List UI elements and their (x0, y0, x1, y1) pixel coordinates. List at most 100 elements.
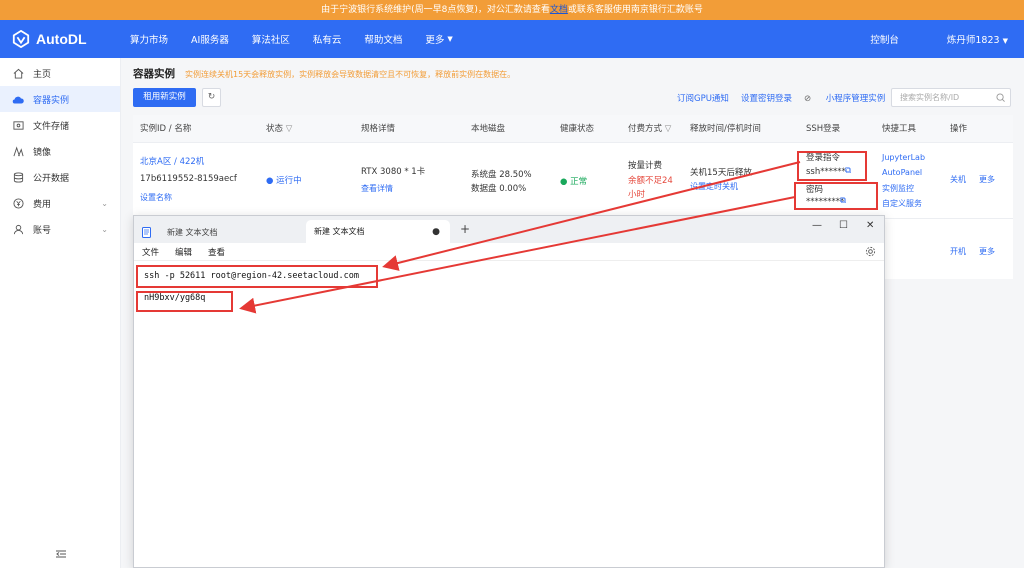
nav-more-label: 更多 (425, 35, 445, 46)
search-placeholder: 搜索实例名称/ID (900, 93, 960, 102)
yen-icon (12, 197, 24, 209)
data-disk: 数据盘 0.00% (471, 184, 527, 194)
instance-search-input[interactable]: 搜索实例名称/ID (891, 88, 1011, 107)
nav-private-cloud[interactable]: 私有云 (313, 32, 342, 46)
maximize-icon[interactable]: ☐ (839, 220, 848, 231)
nav-more[interactable]: 更多 ▼ (425, 32, 452, 46)
folder-icon (12, 119, 24, 131)
set-shutdown-link[interactable]: 设置定时关机 (690, 181, 738, 192)
sidebar-item-home[interactable]: 主页 (0, 60, 120, 86)
system-disk: 系统盘 28.50% (471, 170, 532, 180)
collapse-sidebar-icon[interactable] (56, 550, 66, 558)
database-icon (12, 171, 24, 183)
col-tools: 快捷工具 (882, 124, 917, 134)
col-instance-id: 实例ID / 名称 (140, 124, 192, 134)
col-disk: 本地磁盘 (471, 124, 506, 134)
view-detail-link[interactable]: 查看详情 (361, 183, 393, 194)
start-button[interactable]: 开机 (950, 246, 966, 257)
miniprogram-link[interactable]: ⊘ 小程序管理实例 (804, 92, 897, 104)
notepad-menubar: 文件 编辑 查看 (134, 243, 884, 261)
refresh-icon: ↻ (207, 92, 216, 102)
ssh-key-link[interactable]: 设置密钥登录 (741, 92, 792, 104)
annotation-box-password (794, 182, 878, 210)
notepad-app-icon (142, 226, 151, 238)
rent-new-instance-button[interactable]: 租用新实例 (133, 88, 196, 107)
notepad-tab-active-label: 新建 文本文档 (314, 227, 365, 236)
table-header: 实例ID / 名称 状态 ▽ 规格详情 本地磁盘 健康状态 付费方式 ▽ 释放时… (133, 115, 1013, 143)
sidebar-item-public-data[interactable]: 公开数据 (0, 164, 120, 190)
filter-icon: ▽ (664, 124, 672, 134)
col-release-time: 释放时间/停机时间 (690, 124, 761, 134)
annotation-box-ssh-command (797, 151, 867, 181)
sidebar: 主页 容器实例 文件存储 镜像 公开数据 费用 ⌄ 账号 ⌄ (0, 58, 121, 568)
gpu-notify-link[interactable]: 订阅GPU通知 (677, 92, 729, 104)
sidebar-item-label: 镜像 (33, 147, 52, 158)
sidebar-item-containers[interactable]: 容器实例 (0, 86, 120, 112)
col-billing-label: 付费方式 (628, 124, 663, 134)
sidebar-item-label: 账号 (33, 225, 52, 236)
more-actions-button[interactable]: 更多 (979, 246, 995, 257)
chevron-down-icon: ⌄ (101, 224, 108, 234)
menu-edit[interactable]: 编辑 (175, 246, 192, 258)
tool-custom-service[interactable]: 自定义服务 (882, 198, 922, 209)
instance-region[interactable]: 北京A区 / 422机 (140, 155, 204, 167)
new-tab-icon[interactable]: + (460, 222, 470, 236)
balance-warning: 余额不足24 (628, 176, 673, 186)
col-ssh: SSH登录 (806, 124, 841, 134)
sidebar-item-images[interactable]: 镜像 (0, 138, 120, 164)
sidebar-item-label: 容器实例 (33, 95, 70, 106)
image-icon (12, 145, 24, 157)
miniprogram-link-label: 小程序管理实例 (825, 94, 886, 104)
nav-help-docs[interactable]: 帮助文档 (364, 32, 402, 46)
notice-text-1: 由于宁波银行系统维护(周一早8点恢复)，对公汇款请查看 (321, 5, 550, 15)
user-menu[interactable]: 炼丹师1823 ▼ (923, 32, 1008, 46)
sidebar-item-label: 文件存储 (33, 121, 70, 132)
cloud-icon (12, 93, 24, 105)
col-status-label: 状态 (266, 124, 284, 134)
shutdown-button[interactable]: 关机 (950, 174, 966, 185)
health-badge: ● 正常 (560, 177, 588, 187)
balance-warning-2: 小时 (628, 190, 646, 200)
refresh-button[interactable]: ↻ (202, 88, 221, 107)
notepad-tab-inactive-label: 新建 文本文档 (167, 227, 218, 237)
home-icon (12, 67, 24, 79)
annotation-box-notepad-password (136, 291, 233, 312)
tool-monitor[interactable]: 实例监控 (882, 183, 914, 194)
tool-autopanel[interactable]: AutoPanel (882, 168, 922, 177)
nav-ai-server[interactable]: AI服务器 (191, 32, 229, 46)
sidebar-item-billing[interactable]: 费用 ⌄ (0, 190, 120, 216)
sidebar-item-account[interactable]: 账号 ⌄ (0, 216, 120, 242)
search-icon (996, 93, 1005, 102)
set-name-link[interactable]: 设置名称 (140, 192, 172, 203)
table-row: 北京A区 / 422机 17b6119552-8159aecf 设置名称 ● 运… (133, 143, 1013, 219)
autodl-logo-icon (12, 30, 30, 48)
sidebar-item-label: 公开数据 (33, 173, 70, 184)
annotation-box-notepad-command (136, 265, 378, 288)
console-link[interactable]: 控制台 (870, 32, 899, 46)
more-actions-button[interactable]: 更多 (979, 174, 995, 185)
notice-doc-link[interactable]: 文档 (550, 5, 568, 15)
gpu-spec: RTX 3080 * 1卡 (361, 167, 426, 177)
brand-logo[interactable]: AutoDL (12, 30, 130, 48)
notepad-tab-active[interactable]: 新建 文本文档 ● (306, 220, 450, 243)
nav-algo-community[interactable]: 算法社区 (252, 32, 290, 46)
col-status[interactable]: 状态 ▽ (266, 115, 292, 143)
nav-compute-market[interactable]: 算力市场 (130, 32, 168, 46)
minimize-icon[interactable]: — (812, 220, 822, 231)
col-billing[interactable]: 付费方式 ▽ (628, 115, 671, 143)
tool-jupyterlab[interactable]: JupyterLab (882, 153, 925, 162)
menu-view[interactable]: 查看 (208, 246, 225, 258)
col-actions: 操作 (950, 124, 968, 134)
unsaved-dot-icon[interactable]: ● (432, 227, 440, 237)
status-badge: ● 运行中 (266, 176, 302, 186)
filter-icon: ▽ (285, 124, 293, 134)
menu-file[interactable]: 文件 (142, 246, 159, 258)
notepad-tab-inactive[interactable]: 新建 文本文档 (142, 221, 312, 243)
close-icon[interactable]: ✕ (866, 220, 874, 231)
gear-icon[interactable] (865, 246, 876, 257)
caret-down-icon: ▼ (1002, 37, 1008, 45)
col-spec: 规格详情 (361, 124, 396, 134)
sidebar-item-storage[interactable]: 文件存储 (0, 112, 120, 138)
notepad-tabbar: 新建 文本文档 新建 文本文档 ● + — ☐ ✕ (134, 216, 884, 243)
caret-down-icon: ▼ (447, 35, 453, 43)
